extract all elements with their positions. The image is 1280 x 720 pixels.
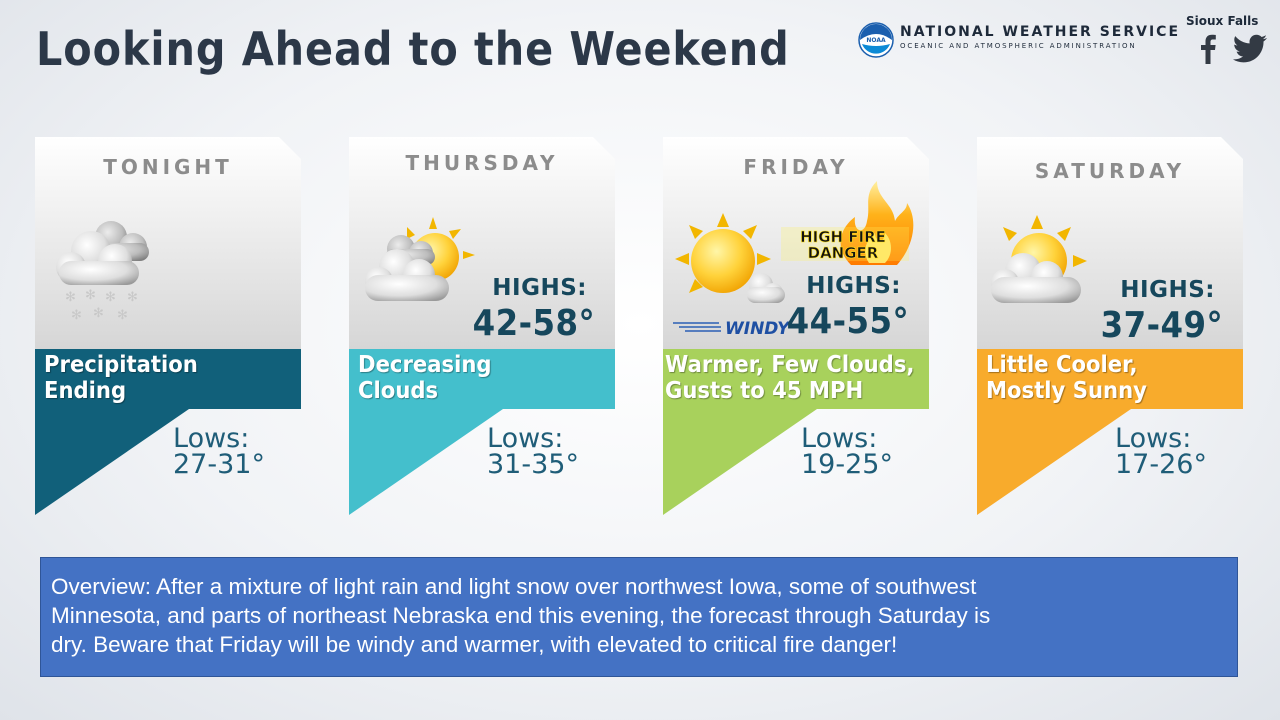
forecast-description: Decreasing Clouds (358, 352, 492, 404)
forecast-description: Warmer, Few Clouds, Gusts to 45 MPH (665, 352, 915, 404)
svg-text:✻: ✻ (105, 290, 116, 305)
agency-subtitle: OCEANIC AND ATMOSPHERIC ADMINISTRATION (900, 42, 1137, 50)
overview-line: dry. Beware that Friday will be windy an… (51, 632, 898, 657)
twitter-icon[interactable] (1232, 34, 1268, 64)
overview-box: Overview: After a mixture of light rain … (40, 557, 1238, 677)
noaa-logo-icon: NOAA (858, 22, 894, 58)
high-fire-danger-badge: HIGH FIRE DANGER (781, 181, 914, 265)
forecast-card-saturday: SATURDAY HIGHS: 37-49° Little Cooler, Mo… (977, 137, 1243, 515)
lows-value: 19-25° (801, 449, 893, 480)
svg-text:✻: ✻ (127, 290, 138, 305)
snow-cloud-icon: ✻ ✻ ✻ ✻ ✻ ✻ ✻ (56, 221, 149, 323)
forecast-card-thursday: THURSDAY HIGHS: 42-58° Decreasing Clouds… (349, 137, 615, 515)
svg-text:NOAA: NOAA (866, 37, 886, 44)
overview-line: Minnesota, and parts of northeast Nebras… (51, 603, 991, 628)
partly-cloudy-icon (365, 217, 475, 301)
page-title: Looking Ahead to the Weekend (36, 22, 790, 76)
svg-text:✻: ✻ (85, 288, 96, 303)
highs-label: HIGHS: (492, 275, 587, 301)
forecast-card-tonight: TONIGHT ✻ ✻ ✻ ✻ ✻ ✻ ✻ Precipitation Ending Lo… (35, 137, 301, 515)
highs-label: HIGHS: (1120, 277, 1215, 303)
partly-sunny-icon (991, 215, 1087, 303)
svg-text:✻: ✻ (71, 308, 82, 323)
lows-value: 27-31° (173, 449, 265, 480)
day-label: THURSDAY (405, 151, 559, 175)
lows-value: 17-26° (1115, 449, 1207, 480)
lows-value: 31-35° (487, 449, 579, 480)
office-name: Sioux Falls (1186, 14, 1259, 28)
svg-text:✻: ✻ (117, 308, 128, 323)
facebook-icon[interactable] (1198, 34, 1218, 64)
agency-name: NATIONAL WEATHER SERVICE (900, 24, 1181, 40)
forecast-description: Little Cooler, Mostly Sunny (986, 352, 1147, 404)
highs-value: 37-49° (1100, 305, 1223, 346)
mostly-sunny-icon (675, 213, 785, 303)
svg-text:WINDY: WINDY (725, 319, 791, 337)
windy-label: WINDY (673, 319, 791, 337)
highs-value: 44-55° (786, 301, 909, 342)
svg-text:✻: ✻ (65, 290, 76, 305)
forecast-description: Precipitation Ending (44, 352, 198, 404)
highs-label: HIGHS: (806, 273, 901, 299)
day-label: TONIGHT (103, 155, 233, 179)
forecast-card-friday: FRIDAY HIGH FIRE DANGER WINDY HIGHS: 44-… (663, 137, 929, 515)
svg-text:✻: ✻ (93, 306, 104, 321)
highs-value: 42-58° (472, 303, 595, 344)
day-label: FRIDAY (743, 155, 849, 179)
day-label: SATURDAY (1034, 159, 1186, 183)
overview-line: Overview: After a mixture of light rain … (51, 574, 977, 599)
svg-text:DANGER: DANGER (808, 244, 879, 262)
